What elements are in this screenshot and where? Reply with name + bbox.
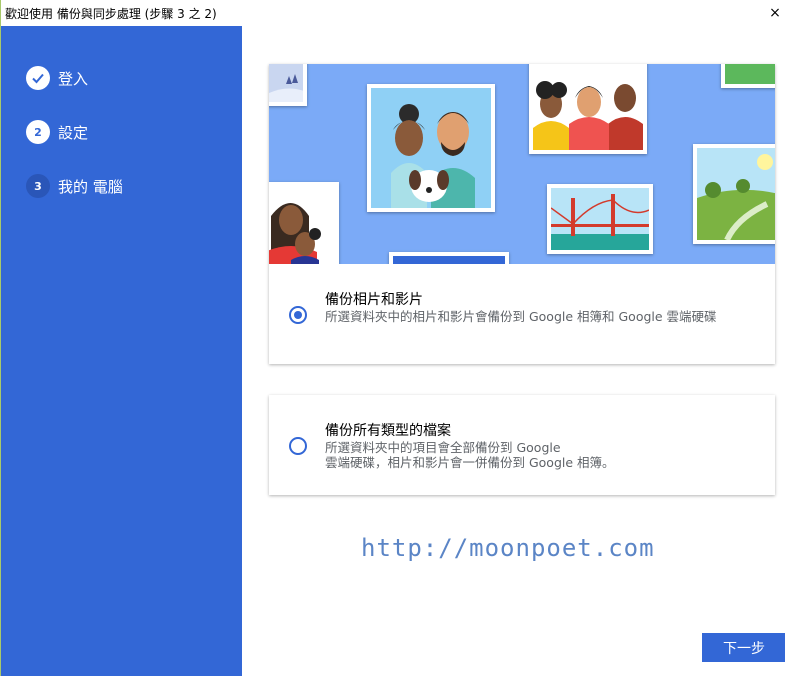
- mother-daughter-photo: [269, 182, 339, 264]
- step-number-badge: 3: [26, 174, 50, 198]
- setup-window: 歡迎使用 備份與同步處理 (步驟 3 之 2) × 登入 2 設定 3 我的 電…: [0, 0, 785, 676]
- next-button[interactable]: 下一步: [702, 633, 785, 662]
- landscape-photo: [693, 144, 775, 244]
- option-all-files-radio[interactable]: [289, 437, 307, 455]
- check-icon: [26, 66, 50, 90]
- hero-illustration: [269, 64, 775, 264]
- landscape-thumbnail: [721, 64, 775, 88]
- step-my-computer: 3 我的 電腦: [26, 174, 123, 198]
- step-label: 我的 電腦: [58, 177, 123, 196]
- steps-sidebar: 登入 2 設定 3 我的 電腦: [1, 26, 242, 676]
- bridge-photo: [547, 184, 653, 254]
- option-all-files-description-line2: 雲端硬碟，相片和影片會一併備份到 Google 相簿。: [325, 455, 615, 470]
- close-button[interactable]: ×: [764, 2, 785, 24]
- title-bar: 歡迎使用 備份與同步處理 (步驟 3 之 2) ×: [1, 0, 785, 26]
- photo-thumbnail: [269, 64, 307, 106]
- option-all-files-title: 備份所有類型的檔案: [325, 423, 451, 439]
- step-label: 登入: [58, 69, 89, 88]
- step-number-badge: 2: [26, 120, 50, 144]
- window-title: 歡迎使用 備份與同步處理 (步驟 3 之 2): [5, 7, 217, 21]
- option-photos-description: 所選資料夾中的相片和影片會備份到 Google 相簿和 Google 雲端硬碟: [325, 309, 717, 324]
- family-photo: [367, 84, 495, 212]
- option-photos-radio[interactable]: [289, 306, 307, 324]
- step-settings: 2 設定: [26, 120, 88, 144]
- option-photos-title: 備份相片和影片: [325, 292, 423, 308]
- photo-partial: [389, 252, 509, 264]
- step-sign-in: 登入: [26, 66, 88, 90]
- option-all-files-description-line1: 所選資料夾中的項目會全部備份到 Google: [325, 440, 561, 455]
- step-label: 設定: [58, 123, 89, 142]
- watermark-text: http://moonpoet.com: [361, 534, 655, 562]
- group-photo: [529, 64, 647, 154]
